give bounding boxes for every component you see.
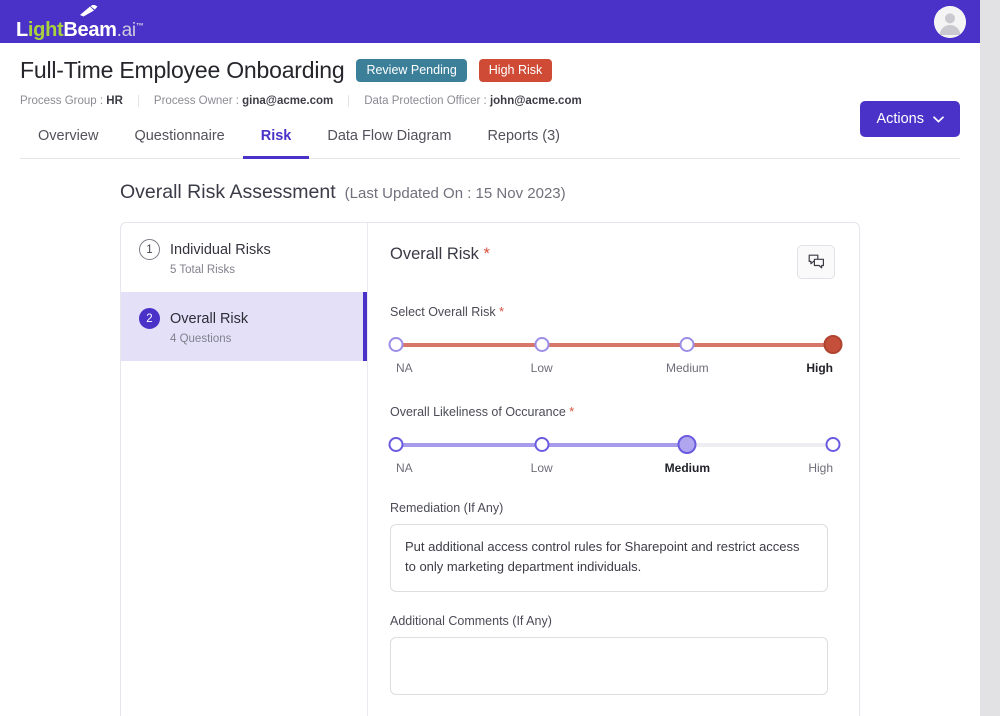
actions-button[interactable]: Actions	[860, 101, 960, 137]
remediation-label: Remediation (If Any)	[390, 501, 504, 515]
status-badge-review-pending: Review Pending	[356, 58, 467, 83]
sidebar-item-individual-risks[interactable]: 1 Individual Risks 5 Total Risks	[121, 223, 367, 292]
panel-title-text: Overall Risk	[390, 245, 479, 263]
overall-risk-panel: Overall Risk * Select Overall Risk * NA …	[368, 223, 859, 716]
page-scrollbar-track[interactable]	[980, 0, 1000, 716]
chevron-down-icon	[933, 111, 944, 127]
page-title: Full-Time Employee Onboarding	[20, 57, 345, 83]
overall-risk-slider[interactable]: NA Low Medium High	[388, 335, 843, 379]
additional-comments-label: Additional Comments (If Any)	[390, 614, 552, 628]
meta-dpo: Data Protection Officer : john@acme.com	[348, 95, 596, 107]
meta-process-owner-label: Process Owner :	[153, 95, 239, 107]
steps-sidebar: 1 Individual Risks 5 Total Risks 2 Overa…	[121, 223, 368, 716]
slider-tick-medium[interactable]	[679, 337, 695, 352]
meta-process-group-label: Process Group :	[20, 95, 104, 107]
meta-process-owner-value: gina@acme.com	[242, 95, 334, 107]
application-window: LightBeam.ai™ Full-Time Employee Onboard…	[0, 0, 980, 716]
slider-tick-na[interactable]	[388, 437, 404, 452]
sidebar-item-overall-risk[interactable]: 2 Overall Risk 4 Questions	[121, 292, 367, 361]
comment-bubbles-icon	[808, 254, 824, 269]
meta-dpo-value: john@acme.com	[489, 95, 582, 107]
section-title: Overall Risk Assessment	[120, 181, 336, 203]
slider-tick-low[interactable]	[534, 437, 550, 452]
slider-tick-label-na: NA	[396, 461, 413, 475]
tab-data-flow-diagram[interactable]: Data Flow Diagram	[309, 119, 469, 159]
step-sublabel: 4 Questions	[170, 333, 232, 345]
logo-text-l: L	[16, 18, 28, 41]
logo-text-ight: ight	[27, 18, 64, 41]
slider-tick-label-medium: Medium	[664, 461, 710, 475]
logo-trademark: ™	[135, 20, 144, 30]
meta-process-group: Process Group : HR	[20, 95, 138, 107]
step-number: 2	[139, 308, 160, 329]
tab-risk[interactable]: Risk	[242, 119, 310, 159]
section-heading: Overall Risk Assessment (Last Updated On…	[120, 181, 960, 204]
slider-tick-label-high: High	[808, 461, 833, 475]
beam-flashlight-icon	[80, 4, 98, 16]
actions-button-label: Actions	[876, 111, 924, 127]
tab-bar: Overview Questionnaire Risk Data Flow Di…	[20, 119, 960, 159]
page-header: Full-Time Employee Onboarding Review Pen…	[0, 43, 980, 159]
panel-title: Overall Risk *	[390, 245, 490, 264]
logo-wordmark: LightBeam.ai™	[16, 20, 144, 40]
title-row: Full-Time Employee Onboarding Review Pen…	[20, 57, 960, 84]
likeliness-slider[interactable]: NA Low Medium High	[388, 435, 841, 479]
meta-dpo-label: Data Protection Officer :	[364, 95, 487, 107]
slider-tick-na[interactable]	[388, 337, 404, 352]
tab-reports[interactable]: Reports (3)	[469, 119, 578, 159]
slider-tick-label-na: NA	[396, 361, 413, 375]
likeliness-label: Overall Likeliness of Occurance *	[390, 405, 835, 419]
likeliness-label-text: Overall Likeliness of Occurance	[390, 405, 566, 419]
slider-tick-high[interactable]	[825, 437, 841, 452]
status-badge-high-risk: High Risk	[478, 58, 553, 83]
panel-header: Overall Risk *	[390, 245, 835, 279]
section-last-updated: (Last Updated On : 15 Nov 2023)	[344, 185, 566, 202]
meta-process-group-value: HR	[106, 95, 123, 107]
slider-tick-label-medium: Medium	[665, 361, 709, 375]
step-number: 1	[139, 239, 160, 260]
logo-text-beam: Beam	[63, 18, 117, 41]
step-head: 2 Overall Risk	[139, 308, 351, 329]
tab-overview[interactable]: Overview	[20, 119, 116, 159]
slider-tick-label-low: Low	[530, 361, 553, 375]
likeliness-required: *	[569, 405, 575, 419]
additional-comments-textarea[interactable]	[390, 637, 828, 695]
logo-text-ai: .ai	[116, 19, 136, 41]
lightbeam-logo[interactable]: LightBeam.ai™	[16, 4, 144, 40]
slider-tick-label-low: Low	[530, 461, 553, 475]
panel-title-required: *	[483, 245, 490, 263]
slider-tick-low[interactable]	[534, 337, 550, 352]
meta-process-owner: Process Owner : gina@acme.com	[137, 95, 348, 107]
breadcrumb: Process Group : HR Process Owner : gina@…	[20, 95, 960, 107]
comments-button[interactable]	[797, 245, 835, 279]
risk-assessment-card: 1 Individual Risks 5 Total Risks 2 Overa…	[120, 222, 860, 716]
step-label: Overall Risk	[170, 310, 249, 327]
slider-tick-high[interactable]	[823, 335, 843, 354]
select-overall-risk-label: Select Overall Risk *	[390, 305, 835, 319]
user-avatar-icon	[934, 5, 966, 38]
slider-track-fill	[396, 343, 833, 347]
select-overall-risk-required: *	[499, 305, 504, 319]
tab-questionnaire[interactable]: Questionnaire	[116, 119, 242, 159]
screenshot-viewport: LightBeam.ai™ Full-Time Employee Onboard…	[0, 0, 1000, 716]
select-overall-risk-label-text: Select Overall Risk	[390, 305, 496, 319]
remediation-textarea[interactable]	[390, 524, 828, 592]
step-sublabel: 5 Total Risks	[170, 264, 235, 276]
main-content: Overall Risk Assessment (Last Updated On…	[0, 159, 980, 716]
slider-tick-label-high: High	[806, 361, 833, 375]
step-label: Individual Risks	[170, 241, 271, 258]
step-head: 1 Individual Risks	[139, 239, 351, 260]
top-navigation-bar: LightBeam.ai™	[0, 0, 980, 43]
avatar[interactable]	[934, 5, 966, 38]
slider-tick-medium[interactable]	[677, 435, 697, 454]
